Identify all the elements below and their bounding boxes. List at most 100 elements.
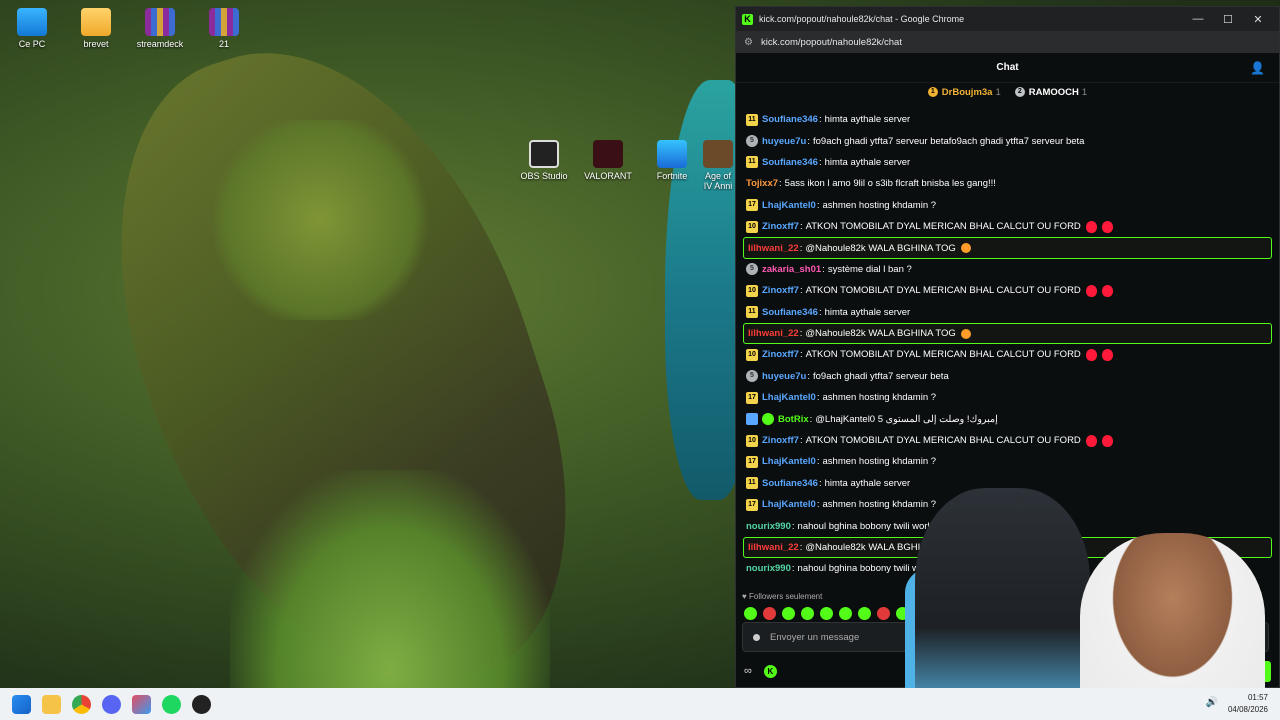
chat-message[interactable]: nourix990: nahoul bghina bobony twili wor…	[742, 558, 1273, 579]
leader-1[interactable]: 1 DrBoujm3a 1	[927, 87, 1001, 98]
chat-message[interactable]: lilhwani_22: @Nahoule82k WALA BGHINA TOG	[743, 237, 1272, 259]
chat-messages[interactable]: 11 Soufiane346: himta aythale server 5 huyeu…	[736, 109, 1279, 587]
desktop-icon-age-of-empires[interactable]: Age of IV Anni	[700, 140, 736, 191]
chat-username[interactable]: Soufiane346	[762, 157, 818, 168]
emote-button[interactable]	[744, 607, 757, 620]
chat-username[interactable]: zakaria_sh01	[762, 264, 821, 275]
emote-button[interactable]	[896, 607, 909, 620]
capcut-icon[interactable]	[132, 694, 151, 714]
chat-message[interactable]: 5 zakaria_sh01: système dial l ban ?	[742, 259, 1273, 280]
chat-message[interactable]: 11 Soufiane346: himta aythale server	[742, 473, 1273, 494]
obs-taskbar-icon[interactable]	[192, 694, 211, 714]
chat-message[interactable]: nourix990: nahoul bghina bobony twili wor…	[742, 515, 1273, 536]
leader-count: 1	[1081, 86, 1088, 98]
desktop-icon-obs-studio[interactable]: OBS Studio	[514, 140, 574, 181]
chat-message[interactable]: 10 Zinoxff7: ATKON TOMOBILAT DYAL MERICAN …	[742, 216, 1273, 237]
chat-message-text: fo9ach ghadi ytfta7 serveur betafo9ach g…	[813, 135, 1085, 147]
chat-message[interactable]: lilhwani_22: @Nahoule82k WALA BGHINA TOG	[743, 322, 1272, 345]
windows-start-icon[interactable]	[12, 694, 31, 714]
red-emote-icon	[1101, 284, 1113, 297]
chat-message[interactable]: 10 Zinoxff7: ATKON TOMOBILAT DYAL MERICAN …	[742, 344, 1273, 365]
chat-username[interactable]: nourix990	[746, 521, 791, 532]
subscriber-badge-icon: 17	[746, 199, 758, 212]
chat-message[interactable]: 10 Zinoxff7: ATKON TOMOBILAT DYAL MERICAN …	[742, 280, 1273, 301]
chat-message[interactable]: BotRix: @LhajKantel0 5 إمبروك! وصلت إلى ا…	[742, 408, 1273, 429]
system-clock[interactable]: 01:57 04/08/2026	[1228, 692, 1268, 716]
chat-username[interactable]: LhajKantel0	[762, 392, 816, 403]
chat-username[interactable]: Zinoxff7	[762, 221, 799, 232]
chat-message[interactable]: lilhwani_22: @Nahoule82k WALA BGHINA TOG	[743, 536, 1272, 559]
chat-message[interactable]: 17 LhajKantel0: ashmen hosting khdamin ?	[742, 451, 1273, 472]
address-bar[interactable]: ⚙ kick.com/popout/nahoule82k/chat	[736, 31, 1279, 53]
chat-username[interactable]: LhajKantel0	[762, 499, 816, 510]
minimize-button[interactable]: —	[1183, 13, 1213, 25]
chat-username[interactable]: Soufiane346	[762, 478, 818, 489]
red-emote-icon	[1085, 284, 1097, 297]
chat-username[interactable]: Zinoxff7	[762, 349, 799, 360]
leaderboard: 1 DrBoujm3a 1 2 RAMOOCH 1	[736, 83, 1279, 101]
emote-button[interactable]	[801, 607, 814, 620]
chat-username[interactable]: lilhwani_22	[748, 328, 799, 339]
emote-button[interactable]	[877, 607, 890, 620]
chat-username[interactable]: Soufiane346	[762, 307, 818, 318]
window-title: kick.com/popout/nahoule82k/chat - Google…	[759, 14, 965, 24]
close-button[interactable]: ✕	[1243, 13, 1273, 26]
chat-message[interactable]: 11 Soufiane346: himta aythale server	[742, 109, 1273, 130]
desktop-icon-fortnite[interactable]: Fortnite	[642, 140, 702, 181]
chat-message[interactable]: 17 LhajKantel0: ashmen hosting khdamin ?	[742, 494, 1273, 515]
chat-message[interactable]: Tojixx7:5ass ikon l amo 9lil o s3ib flcr…	[742, 173, 1273, 194]
desktop-icon-streamdeck[interactable]: streamdeck	[130, 8, 190, 49]
desktop-icon-valorant[interactable]: VALORANT	[578, 140, 638, 181]
subscriber-badge-icon: 5	[746, 263, 758, 276]
send-chat-button[interactable]: Chat	[1231, 660, 1271, 682]
chat-message[interactable]: 17 LhajKantel0: ashmen hosting khdamin ?	[742, 195, 1273, 216]
chat-username[interactable]: huyeue7u	[762, 371, 806, 382]
chat-message-text: fo9ach ghadi ytfta7 serveur beta	[813, 370, 949, 382]
message-input[interactable]: Envoyer un message ☻	[742, 622, 1269, 652]
chat-username[interactable]: Zinoxff7	[762, 435, 799, 446]
chat-message[interactable]: 17 LhajKantel0: ashmen hosting khdamin ?	[742, 387, 1273, 408]
chat-username[interactable]: lilhwani_22	[748, 542, 799, 553]
chat-message-text: ATKON TOMOBILAT DYAL MERICAN BHAL CALCUT…	[805, 435, 1081, 447]
chat-username[interactable]: Zinoxff7	[762, 285, 799, 296]
site-settings-icon[interactable]: ⚙	[744, 37, 753, 48]
emote-button[interactable]	[839, 607, 852, 620]
emote-button[interactable]	[858, 607, 871, 620]
subscriber-badge-icon: 17	[746, 498, 758, 511]
volume-icon[interactable]: 🔊	[1206, 697, 1218, 708]
chat-username[interactable]: BotRix	[778, 414, 809, 425]
chat-message[interactable]: 5 huyeue7u: fo9ach ghadi ytfta7 serveur be…	[742, 130, 1273, 151]
users-icon[interactable]: 👤	[1250, 61, 1265, 75]
emote-button[interactable]	[763, 607, 776, 620]
file-explorer-icon[interactable]	[42, 694, 61, 714]
desktop-icon-21[interactable]: 21	[194, 8, 254, 49]
chat-username[interactable]: LhajKantel0	[762, 200, 816, 211]
chat-message-text: @Nahoule82k WALA BGHINA TOG	[805, 542, 956, 553]
desktop-icon-ce-pc[interactable]: Ce PC	[2, 8, 62, 49]
desktop-icon-brevet[interactable]: brevet	[66, 8, 126, 49]
chat-username[interactable]: huyeue7u	[762, 136, 806, 147]
points-icon[interactable]: ∞	[744, 665, 752, 677]
spotify-icon[interactable]	[162, 694, 181, 714]
chat-message[interactable]: 11 Soufiane346: himta aythale server	[742, 302, 1273, 323]
discord-icon[interactable]	[102, 694, 121, 714]
emoji-picker-icon[interactable]: ☻	[1246, 631, 1258, 643]
settings-gear-icon[interactable]: ⚙	[1000, 665, 1010, 678]
clock-date: 04/08/2026	[1227, 705, 1268, 714]
leader-2[interactable]: 2 RAMOOCH 1	[1014, 86, 1088, 98]
chat-message[interactable]: 11 Soufiane346: himta aythale server	[742, 152, 1273, 173]
subscriber-badge-icon: 10	[746, 220, 758, 233]
chat-username[interactable]: LhajKantel0	[762, 456, 816, 467]
chrome-icon[interactable]	[72, 694, 91, 714]
chat-username[interactable]: Tojixx7	[746, 178, 778, 189]
chat-message[interactable]: 10 Zinoxff7: ATKON TOMOBILAT DYAL MERICAN …	[742, 430, 1273, 451]
chat-username[interactable]: Soufiane346	[762, 114, 818, 125]
subscriber-badge-icon: 10	[746, 434, 758, 447]
chat-username[interactable]: lilhwani_22	[748, 243, 799, 254]
maximize-button[interactable]: ☐	[1213, 13, 1243, 26]
emote-button[interactable]	[782, 607, 795, 620]
kick-coin-icon[interactable]: K	[763, 664, 777, 678]
emote-button[interactable]	[820, 607, 833, 620]
chat-username[interactable]: nourix990	[746, 563, 791, 574]
chat-message[interactable]: 5 huyeue7u: fo9ach ghadi ytfta7 serveur be…	[742, 366, 1273, 387]
